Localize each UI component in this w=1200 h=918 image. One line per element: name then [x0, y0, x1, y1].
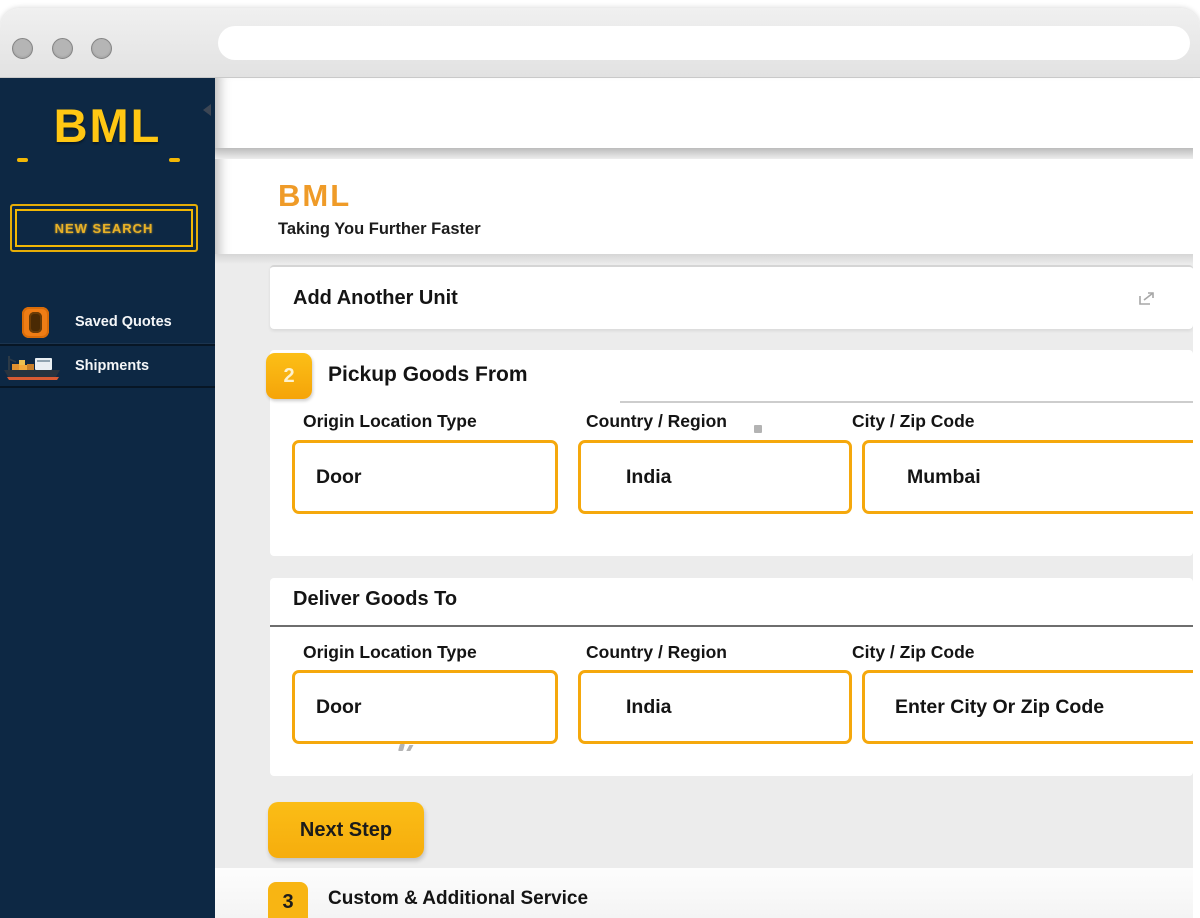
pickup-country-field[interactable]: India	[578, 440, 852, 514]
pickup-city-label: City / Zip Code	[852, 411, 975, 431]
section-divider	[620, 401, 1193, 403]
page-brand-title: BML	[278, 178, 352, 213]
pickup-origin-type-label: Origin Location Type	[303, 411, 477, 431]
custom-service-section: 3 Custom & Additional Service	[215, 868, 1200, 918]
deliver-origin-type-label: Origin Location Type	[303, 642, 477, 662]
window-right-edge	[1193, 78, 1200, 918]
sidebar-item-label: Shipments	[75, 358, 150, 374]
saved-quotes-icon	[22, 307, 49, 338]
url-bar[interactable]	[218, 26, 1190, 60]
deliver-section-title: Deliver Goods To	[293, 588, 458, 610]
sidebar-menu: Saved Quotes Shipments	[0, 300, 215, 388]
window-close-button[interactable]	[12, 38, 33, 59]
deliver-country-label: Country / Region	[586, 642, 727, 662]
sidebar: BML NEW SEARCH Saved Quotes Shipments	[0, 78, 215, 918]
pickup-step-badge: 2	[266, 353, 312, 399]
stray-mark	[754, 425, 762, 433]
browser-window: BML NEW SEARCH Saved Quotes Shipments BM…	[0, 8, 1200, 918]
pickup-country-label: Country / Region	[586, 411, 727, 431]
add-another-unit-card[interactable]: Add Another Unit	[270, 265, 1193, 329]
pickup-goods-section: 2 Pickup Goods From Origin Location Type…	[266, 350, 1193, 556]
logo-dash-right	[169, 158, 180, 162]
custom-section-title: Custom & Additional Service	[328, 888, 589, 909]
deliver-city-label: City / Zip Code	[852, 642, 975, 662]
sidebar-item-saved-quotes[interactable]: Saved Quotes	[0, 300, 215, 344]
content-divider-band	[215, 254, 1200, 264]
pickup-origin-type-field[interactable]: Door	[292, 440, 558, 514]
bml-logo: BML	[53, 99, 162, 152]
sidebar-item-label: Saved Quotes	[75, 314, 172, 330]
deliver-origin-type-field[interactable]: Door	[292, 670, 558, 744]
pickup-city-field[interactable]: Mumbai	[862, 440, 1193, 514]
new-search-label: NEW SEARCH	[54, 220, 154, 236]
deliver-city-field[interactable]: Enter City Or Zip Code	[862, 670, 1193, 744]
section-divider	[270, 625, 1193, 627]
sidebar-item-shipments[interactable]: Shipments	[0, 344, 215, 388]
expand-icon[interactable]	[1138, 291, 1155, 311]
window-maximize-button[interactable]	[91, 38, 112, 59]
main-content: BML Taking You Further Faster Add Anothe…	[215, 78, 1200, 918]
new-search-button[interactable]: NEW SEARCH	[10, 204, 198, 252]
window-titlebar	[0, 8, 1200, 78]
sidebar-collapse-arrow-icon[interactable]	[203, 104, 211, 116]
logo-dash-left	[17, 158, 28, 162]
ship-icon	[2, 352, 62, 388]
brand-tagline: Taking You Further Faster	[278, 220, 481, 238]
deliver-country-field[interactable]: India	[578, 670, 852, 744]
window-minimize-button[interactable]	[52, 38, 73, 59]
add-another-unit-label: Add Another Unit	[293, 287, 458, 309]
next-step-button[interactable]: Next Step	[268, 802, 424, 858]
pickup-section-title: Pickup Goods From	[328, 363, 528, 386]
custom-step-badge: 3	[268, 882, 308, 918]
header-divider-band	[215, 148, 1200, 159]
